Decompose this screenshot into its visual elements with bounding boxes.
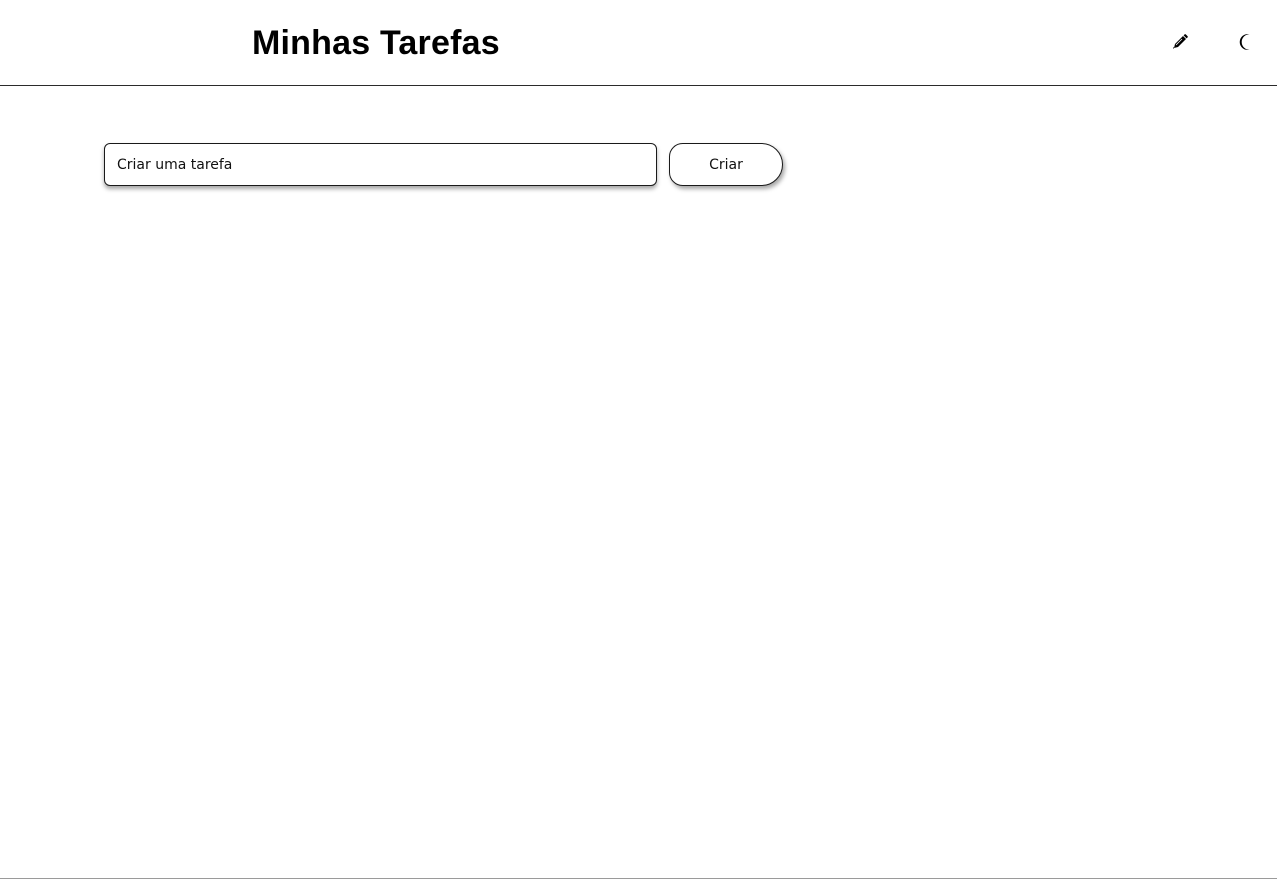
page-title: Minhas Tarefas — [252, 24, 500, 62]
create-button[interactable]: Criar — [669, 143, 783, 186]
edit-button[interactable] — [1168, 30, 1192, 54]
footer-divider — [0, 878, 1277, 879]
app-header: Minhas Tarefas — [0, 0, 1277, 86]
pencil-icon — [1173, 34, 1188, 49]
task-input[interactable] — [104, 143, 657, 186]
theme-toggle-button[interactable] — [1234, 30, 1258, 54]
moon-icon — [1239, 34, 1250, 50]
